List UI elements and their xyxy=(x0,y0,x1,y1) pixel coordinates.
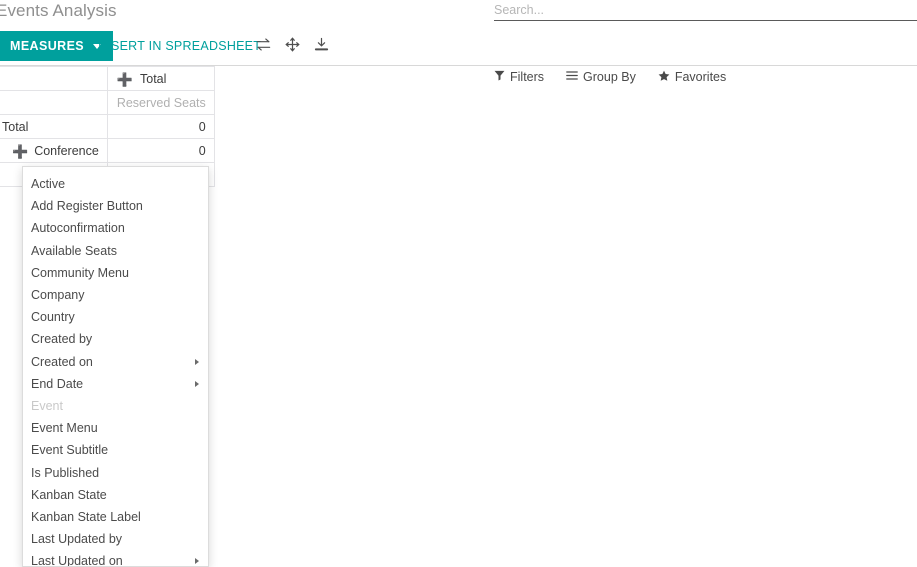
table-row[interactable]: Total 0 xyxy=(0,114,215,139)
expand-all-button[interactable] xyxy=(279,31,305,61)
download-icon xyxy=(314,37,329,55)
search-bar[interactable] xyxy=(494,0,917,21)
measures-button-label: MEASURES xyxy=(10,39,85,53)
pivot-row-conference-label: Conference xyxy=(34,143,99,158)
groupby-menu-item[interactable]: Event Subtitle xyxy=(23,439,208,461)
groupby-menu-item[interactable]: Available Seats xyxy=(23,240,208,262)
pivot-corner-cell[interactable] xyxy=(0,66,108,91)
groupby-menu-item-label: Event Menu xyxy=(31,421,98,436)
insert-in-spreadsheet-button[interactable]: INSERT IN SPREADSHEET xyxy=(98,31,261,61)
groupby-menu-item-label: End Date xyxy=(31,376,84,391)
groupby-menu-item[interactable]: Country xyxy=(23,306,208,328)
groupby-menu-item[interactable]: Kanban State Label xyxy=(23,506,208,528)
chevron-right-icon xyxy=(195,358,199,365)
pivot-measure-header[interactable]: Reserved Seats xyxy=(106,90,215,115)
groupby-menu-item[interactable]: Company xyxy=(23,284,208,306)
pivot-measure-corner-cell xyxy=(0,90,108,115)
groupby-menu-item-label: Add Register Button xyxy=(31,199,143,214)
groupby-dropdown-menu[interactable]: Active Add Register Button Autoconfirmatio… xyxy=(22,166,209,567)
groupby-menu-item-label: Kanban State xyxy=(31,487,107,502)
breadcrumb[interactable]: Events Analysis xyxy=(0,1,117,21)
chevron-right-icon xyxy=(195,380,199,387)
pivot-table-head: ➕ Total Reserved Seats xyxy=(0,66,215,115)
groupby-menu-item: Event xyxy=(23,395,208,417)
groupby-menu-item-label: Company xyxy=(31,288,85,303)
table-row[interactable]: ➕ Conference 0 xyxy=(0,138,215,163)
download-xlsx-button[interactable] xyxy=(308,31,334,61)
measures-button[interactable]: MEASURES xyxy=(0,31,114,61)
groupby-menu-item[interactable]: Created by xyxy=(23,328,208,350)
search-input[interactable] xyxy=(494,0,917,20)
groupby-menu-item[interactable]: Community Menu xyxy=(23,262,208,284)
pivot-toolbar: MEASURES INSERT IN SPREADSHEET Filters G… xyxy=(0,31,917,84)
pivot-cell-total-reserved-seats[interactable]: 0 xyxy=(106,114,215,139)
groupby-menu-item-label: Last Updated on xyxy=(31,554,123,567)
pivot-row-label-conference[interactable]: ➕ Conference xyxy=(0,138,108,163)
groupby-menu-item-label: Created on xyxy=(31,354,93,369)
pivot-header-row: ➕ Total xyxy=(0,66,215,91)
chevron-right-icon xyxy=(195,558,199,565)
pivot-view-screen: Events Analysis MEASURES INSERT IN SPREA… xyxy=(0,0,917,567)
groupby-menu-item[interactable]: Created on xyxy=(23,351,208,373)
groupby-menu-item-label: Available Seats xyxy=(31,243,117,258)
pivot-row-label-total[interactable]: Total xyxy=(0,114,108,139)
flip-axis-button[interactable] xyxy=(250,31,276,61)
groupby-menu-item[interactable]: Kanban State xyxy=(23,484,208,506)
pivot-cell-conference-reserved-seats[interactable]: 0 xyxy=(106,138,215,163)
pivot-measure-row: Reserved Seats xyxy=(0,90,215,115)
groupby-menu-item-label: Active xyxy=(31,177,66,192)
groupby-menu-item-label: Community Menu xyxy=(31,265,129,280)
groupby-menu-item-label: Is Published xyxy=(31,465,100,480)
groupby-menu-item[interactable]: Last Updated by xyxy=(23,528,208,550)
groupby-menu-item-label: Country xyxy=(31,310,75,325)
plus-icon: ➕ xyxy=(116,71,133,87)
exchange-icon xyxy=(256,37,271,55)
groupby-dropdown-list: Active Add Register Button Autoconfirmatio… xyxy=(23,173,208,567)
groupby-menu-item-label: Created by xyxy=(31,332,93,347)
control-panel: Events Analysis MEASURES INSERT IN SPREA… xyxy=(0,0,917,84)
groupby-menu-item[interactable]: Active xyxy=(23,173,208,195)
plus-icon: ➕ xyxy=(12,143,29,159)
groupby-menu-item[interactable]: Add Register Button xyxy=(23,195,208,217)
groupby-menu-item[interactable]: End Date xyxy=(23,373,208,395)
pivot-column-header-label: Total xyxy=(140,71,167,86)
groupby-menu-item-label: Event xyxy=(31,398,63,413)
groupby-menu-item-label: Autoconfirmation xyxy=(31,221,125,236)
arrows-expand-icon xyxy=(285,37,300,55)
groupby-menu-item[interactable]: Last Updated on xyxy=(23,550,208,567)
groupby-menu-item-label: Event Subtitle xyxy=(31,443,109,458)
groupby-menu-item-label: Kanban State Label xyxy=(31,509,141,524)
pivot-column-header-total[interactable]: ➕ Total xyxy=(106,66,215,91)
groupby-menu-item[interactable]: Is Published xyxy=(23,461,208,483)
groupby-menu-item[interactable]: Event Menu xyxy=(23,417,208,439)
groupby-menu-item[interactable]: Autoconfirmation xyxy=(23,217,208,239)
groupby-menu-item-label: Last Updated by xyxy=(31,532,123,547)
